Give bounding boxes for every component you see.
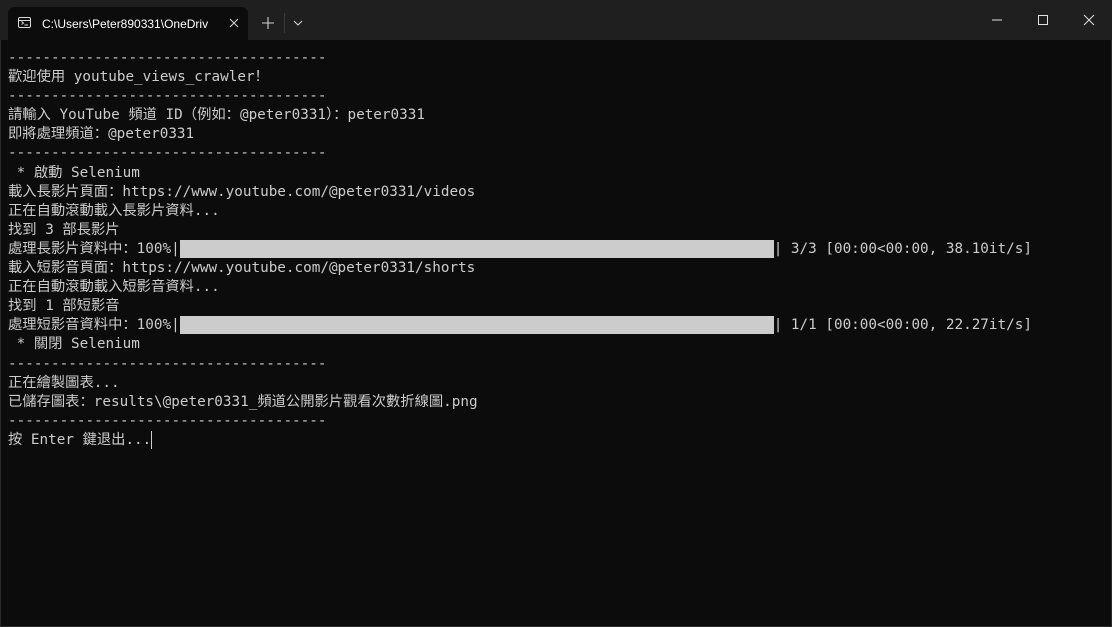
terminal-line-text: * 啟動 Selenium: [8, 164, 140, 181]
terminal-line-text: -------------------------------------: [8, 50, 327, 66]
terminal-line: 載入長影片頁面：https://www.youtube.com/@peter03…: [8, 183, 1108, 202]
progress-bar: [179, 316, 774, 335]
chevron-down-icon[interactable]: [289, 13, 307, 33]
terminal-line: -------------------------------------: [8, 49, 1108, 68]
progress-line: 處理短影音資料中：100%| | 1/1 [00:00<00:00, 22.27i…: [8, 316, 1108, 335]
progress-bar-fill: [179, 239, 774, 258]
terminal-line-text: -------------------------------------: [8, 412, 327, 429]
terminal-line-text: -------------------------------------: [8, 355, 327, 372]
terminal-line-text: 正在自動滾動載入短影音資料...: [8, 279, 220, 296]
title-bar[interactable]: C:\Users\Peter890331\OneDriv: [0, 0, 1112, 40]
terminal-line: 找到 1 部短影音: [8, 297, 1108, 316]
terminal-line: 按 Enter 鍵退出...: [8, 430, 1108, 450]
terminal-line-text: -------------------------------------: [8, 88, 327, 105]
close-icon: [1083, 14, 1095, 26]
terminal-line: 載入短影音頁面：https://www.youtube.com/@peter03…: [8, 259, 1108, 278]
progress-label: 處理長影片資料中：100%|: [8, 240, 180, 257]
terminal-lines: ------------------------------------- 歡迎使…: [8, 49, 1108, 450]
plus-icon[interactable]: [258, 13, 278, 33]
terminal-line-text: 歡迎使用 youtube_views_crawler！: [8, 69, 269, 86]
terminal-line-text: 載入長影片頁面：https://www.youtube.com/@peter03…: [8, 183, 476, 200]
terminal-line-text: 已儲存圖表：results\@peter0331_頻道公開影片觀看次數折線圖.p…: [8, 393, 478, 410]
progress-line: 處理長影片資料中：100%| | 3/3 [00:00<00:00, 38.10i…: [8, 239, 1108, 259]
terminal-line: 正在自動滾動載入短影音資料...: [8, 278, 1108, 297]
maximize-button[interactable]: [1020, 0, 1066, 40]
terminal-line-text: -------------------------------------: [8, 145, 327, 162]
terminal-window: C:\Users\Peter890331\OneDriv -----------…: [0, 0, 1112, 627]
tab-title: C:\Users\Peter890331\OneDriv: [42, 17, 209, 31]
progress-bar: [179, 239, 774, 258]
progress-stats: | 3/3 [00:00<00:00, 38.10it/s]: [773, 240, 1032, 257]
text-cursor: [151, 430, 153, 449]
terminal-line: 已儲存圖表：results\@peter0331_頻道公開影片觀看次數折線圖.p…: [8, 393, 1108, 412]
terminal-line-text: 找到 1 部短影音: [8, 298, 120, 315]
tab-terminal[interactable]: C:\Users\Peter890331\OneDriv: [8, 7, 248, 40]
close-button[interactable]: [1066, 0, 1112, 40]
terminal-line: -------------------------------------: [8, 412, 1108, 431]
maximize-icon: [1038, 15, 1048, 25]
terminal-line: -------------------------------------: [8, 87, 1108, 106]
terminal-line: 即將處理頻道：@peter0331: [8, 125, 1108, 144]
terminal-line: 正在自動滾動載入長影片資料...: [8, 202, 1108, 221]
terminal-line: 請輸入 YouTube 頻道 ID（例如：@peter0331）：peter03…: [8, 106, 1108, 125]
terminal-line-text: 正在繪製圖表...: [8, 374, 120, 391]
terminal-line-text: * 關閉 Selenium: [8, 336, 140, 353]
terminal-line: 正在繪製圖表...: [8, 374, 1108, 393]
terminal-output[interactable]: ------------------------------------- 歡迎使…: [0, 40, 1112, 627]
terminal-line-text: 找到 3 部長影片: [8, 221, 120, 238]
terminal-line: -------------------------------------: [8, 355, 1108, 374]
terminal-line-text: 即將處理頻道：@peter0331: [8, 126, 195, 143]
minimize-icon: [992, 19, 1002, 21]
progress-stats: | 1/1 [00:00<00:00, 22.27it/s]: [773, 317, 1032, 334]
terminal-line-text: 載入短影音頁面：https://www.youtube.com/@peter03…: [8, 260, 476, 277]
terminal-line: * 關閉 Selenium: [8, 335, 1108, 354]
progress-label: 處理短影音資料中：100%|: [8, 317, 180, 334]
terminal-line: 歡迎使用 youtube_views_crawler！: [8, 68, 1108, 87]
minimize-button[interactable]: [974, 0, 1020, 40]
terminal-line: 找到 3 部長影片: [8, 221, 1108, 240]
terminal-line-text: 請輸入 YouTube 頻道 ID（例如：@peter0331）：peter03…: [8, 107, 425, 124]
tab-close-icon[interactable]: [226, 15, 242, 31]
terminal-line: * 啟動 Selenium: [8, 164, 1108, 183]
tab-divider: [284, 13, 285, 33]
progress-bar-fill: [179, 316, 774, 335]
terminal-line: -------------------------------------: [8, 144, 1108, 163]
terminal-line-text: 按 Enter 鍵退出...: [8, 431, 152, 448]
terminal-icon: [18, 17, 31, 28]
terminal-line-text: 正在自動滾動載入長影片資料...: [8, 202, 220, 219]
